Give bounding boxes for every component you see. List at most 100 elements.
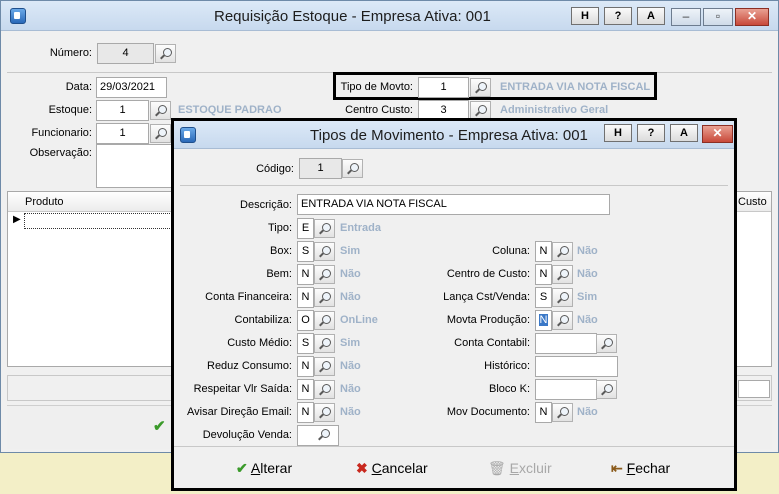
reduz-consumo-lookup-icon[interactable]	[314, 357, 335, 376]
bem-description: Não	[340, 268, 361, 280]
data-field[interactable]: 29/03/2021	[96, 77, 167, 98]
tipo-lookup-icon[interactable]	[314, 219, 335, 238]
fechar-button[interactable]: ⇤ Fechar	[611, 457, 670, 479]
a-button[interactable]: A	[637, 7, 665, 25]
reduz-consumo-label: Reduz Consumo:	[207, 360, 292, 372]
respeitar-vlr-saida-field[interactable]: N	[297, 379, 314, 400]
descricao-field[interactable]: ENTRADA VIA NOTA FISCAL	[297, 194, 610, 215]
movta-producao-field[interactable]: N	[535, 310, 552, 331]
help-question-button[interactable]: ?	[604, 7, 632, 25]
historico-field[interactable]	[535, 356, 618, 377]
contabiliza-lookup-icon[interactable]	[314, 311, 335, 330]
dialog-help-question-button[interactable]: ?	[637, 124, 665, 142]
conta-contabil-lookup-icon[interactable]	[596, 334, 617, 353]
dialog-a-button[interactable]: A	[670, 124, 698, 142]
historico-label: Histórico:	[484, 360, 530, 372]
tipo-label: Tipo:	[267, 222, 292, 234]
close-icon[interactable]: ✕	[735, 8, 769, 26]
conta-financeira-description: Não	[340, 291, 361, 303]
avisar-direcao-email-label: Avisar Direção Email:	[187, 406, 292, 418]
alterar-button[interactable]: ✔ Alterar	[236, 457, 292, 479]
conta-financeira-lookup-icon[interactable]	[314, 288, 335, 307]
devolucao-venda-lookup-icon[interactable]	[314, 426, 335, 445]
box-field[interactable]: S	[297, 241, 314, 262]
avisar-direcao-email-field[interactable]: N	[297, 402, 314, 423]
bem-label: Bem:	[266, 268, 292, 280]
respeitar-vlr-saida-lookup-icon[interactable]	[314, 380, 335, 399]
lanca-cst-venda-lookup-icon[interactable]	[552, 288, 573, 307]
dialog-title: Tipos de Movimento - Empresa Ativa: 001	[310, 127, 588, 144]
funcionario-lookup-icon[interactable]	[150, 124, 171, 143]
coluna-field[interactable]: N	[535, 241, 552, 262]
cancelar-button[interactable]: ✖ Cancelar	[356, 457, 428, 479]
minimize-icon[interactable]: –	[671, 8, 701, 26]
respeitar-vlr-saida-label: Respeitar Vlr Saída:	[193, 383, 292, 395]
funcionario-field[interactable]: 1	[96, 123, 149, 144]
check-icon: ✔	[236, 460, 248, 476]
bloco-k-field[interactable]	[535, 379, 597, 400]
mov-documento-field[interactable]: N	[535, 402, 552, 423]
reduz-consumo-field[interactable]: N	[297, 356, 314, 377]
lanca-cst-venda-label: Lança Cst/Venda:	[443, 291, 530, 303]
respeitar-vlr-saida-description: Não	[340, 383, 361, 395]
conta-financeira-field[interactable]: N	[297, 287, 314, 308]
contabiliza-label: Contabiliza:	[234, 314, 292, 326]
bem-field[interactable]: N	[297, 264, 314, 285]
descricao-label: Descrição:	[240, 199, 292, 211]
app-icon	[10, 8, 26, 24]
contabiliza-description: OnLine	[340, 314, 378, 326]
lanca-cst-venda-description: Sim	[577, 291, 598, 303]
tipo-description: Entrada	[340, 222, 381, 234]
excluir-button[interactable]: 🗑 Excluir	[488, 457, 552, 479]
observacao-label: Observação:	[29, 147, 92, 159]
bloco-k-label: Bloco K:	[489, 383, 530, 395]
avisar-direcao-email-description: Não	[340, 406, 361, 418]
movta-producao-label: Movta Produção:	[446, 314, 530, 326]
conta-contabil-field[interactable]	[535, 333, 597, 354]
centro-de-custo-field[interactable]: N	[535, 264, 552, 285]
observacao-field[interactable]	[96, 144, 176, 188]
help-h-button[interactable]: H	[571, 7, 599, 25]
numero-lookup-icon[interactable]	[155, 44, 176, 63]
codigo-field[interactable]: 1	[299, 158, 342, 179]
mov-documento-lookup-icon[interactable]	[552, 403, 573, 422]
check-icon[interactable]: ✔	[153, 417, 166, 435]
centro-custo-description: Administrativo Geral	[500, 104, 609, 116]
row-indicator-icon: ▶	[13, 214, 21, 225]
dialog-app-icon	[180, 127, 196, 143]
tipo-field[interactable]: E	[297, 218, 314, 239]
dialog-footer: ✔ Alterar ✖ Cancelar 🗑 Excluir ⇤ Fechar	[174, 446, 734, 488]
grid-col-produto[interactable]: Produto	[25, 196, 64, 208]
fechar-mnemonic: F	[626, 460, 636, 476]
dialog-help-h-button[interactable]: H	[604, 124, 632, 142]
cancelar-mnemonic: C	[371, 460, 382, 476]
bem-lookup-icon[interactable]	[314, 265, 335, 284]
conta-contabil-label: Conta Contabil:	[454, 337, 530, 349]
coluna-description: Não	[577, 245, 598, 257]
numero-field[interactable]: 4	[97, 43, 154, 64]
codigo-lookup-icon[interactable]	[342, 159, 363, 178]
box-lookup-icon[interactable]	[314, 242, 335, 261]
movta-producao-value: N	[538, 314, 549, 326]
dialog-close-icon[interactable]: ✕	[702, 125, 733, 143]
custo-medio-lookup-icon[interactable]	[314, 334, 335, 353]
estoque-field[interactable]: 1	[96, 100, 149, 121]
trash-icon: 🗑	[488, 460, 506, 476]
lanca-cst-venda-field[interactable]: S	[535, 287, 552, 308]
coluna-lookup-icon[interactable]	[552, 242, 573, 261]
movta-producao-lookup-icon[interactable]	[552, 311, 573, 330]
maximize-icon[interactable]: ▫	[703, 8, 733, 26]
box-description: Sim	[340, 245, 361, 257]
contabiliza-field[interactable]: O	[297, 310, 314, 331]
grid-current-cell[interactable]	[24, 213, 174, 229]
tipo-movto-lookup-icon[interactable]	[470, 78, 491, 97]
bloco-k-lookup-icon[interactable]	[596, 380, 617, 399]
custo-medio-field[interactable]: S	[297, 333, 314, 354]
dialog-divider	[180, 185, 728, 186]
tipo-movto-field[interactable]: 1	[418, 77, 469, 98]
grid-col-custo[interactable]: Custo	[738, 196, 767, 208]
total-field[interactable]	[738, 380, 770, 398]
avisar-direcao-email-lookup-icon[interactable]	[314, 403, 335, 422]
estoque-lookup-icon[interactable]	[150, 101, 171, 120]
centro-de-custo-lookup-icon[interactable]	[552, 265, 573, 284]
